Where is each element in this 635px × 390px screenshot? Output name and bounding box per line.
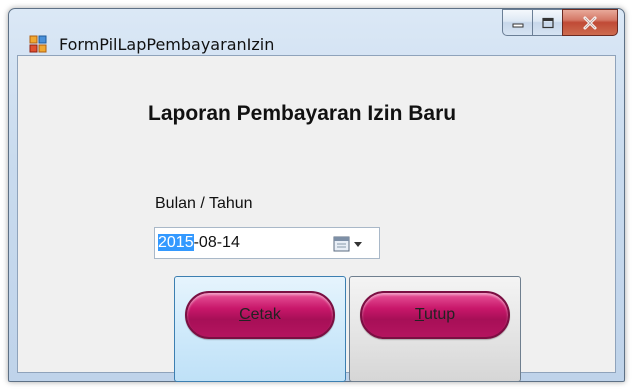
close-form-button-label: Tutup (414, 306, 456, 323)
close-icon (583, 16, 597, 29)
window-title: FormPilLapPembayaranIzin (59, 35, 275, 54)
date-value[interactable]: 2015-08-14 (158, 234, 240, 252)
window-controls (502, 9, 618, 37)
date-picker[interactable]: 2015-08-14 (154, 227, 380, 259)
minimize-icon (512, 23, 523, 27)
date-year-selected[interactable]: 2015 (158, 234, 194, 251)
date-rest[interactable]: -08-14 (194, 234, 240, 251)
maximize-button[interactable] (532, 9, 562, 36)
calendar-dropdown-icon[interactable] (331, 234, 371, 254)
print-button[interactable]: Cetak (185, 291, 335, 339)
form-window: FormPilLapPembayaranIzin Laporan Pembaya… (8, 8, 625, 382)
print-button-frame[interactable]: Cetak (174, 276, 346, 382)
close-form-button[interactable]: Tutup (360, 291, 510, 339)
minimize-button[interactable] (502, 9, 532, 36)
close-form-button-frame[interactable]: Tutup (349, 276, 521, 382)
period-label: Bulan / Tahun (155, 195, 253, 212)
windows-form-icon (29, 35, 47, 53)
close-button[interactable] (562, 9, 618, 36)
maximize-icon (541, 17, 554, 28)
print-button-label: Cetak (239, 306, 281, 323)
report-heading: Laporan Pembayaran Izin Baru (148, 102, 457, 125)
title-bar[interactable]: FormPilLapPembayaranIzin (9, 9, 624, 54)
form-client-area: Laporan Pembayaran Izin Baru Bulan / Tah… (17, 55, 616, 382)
